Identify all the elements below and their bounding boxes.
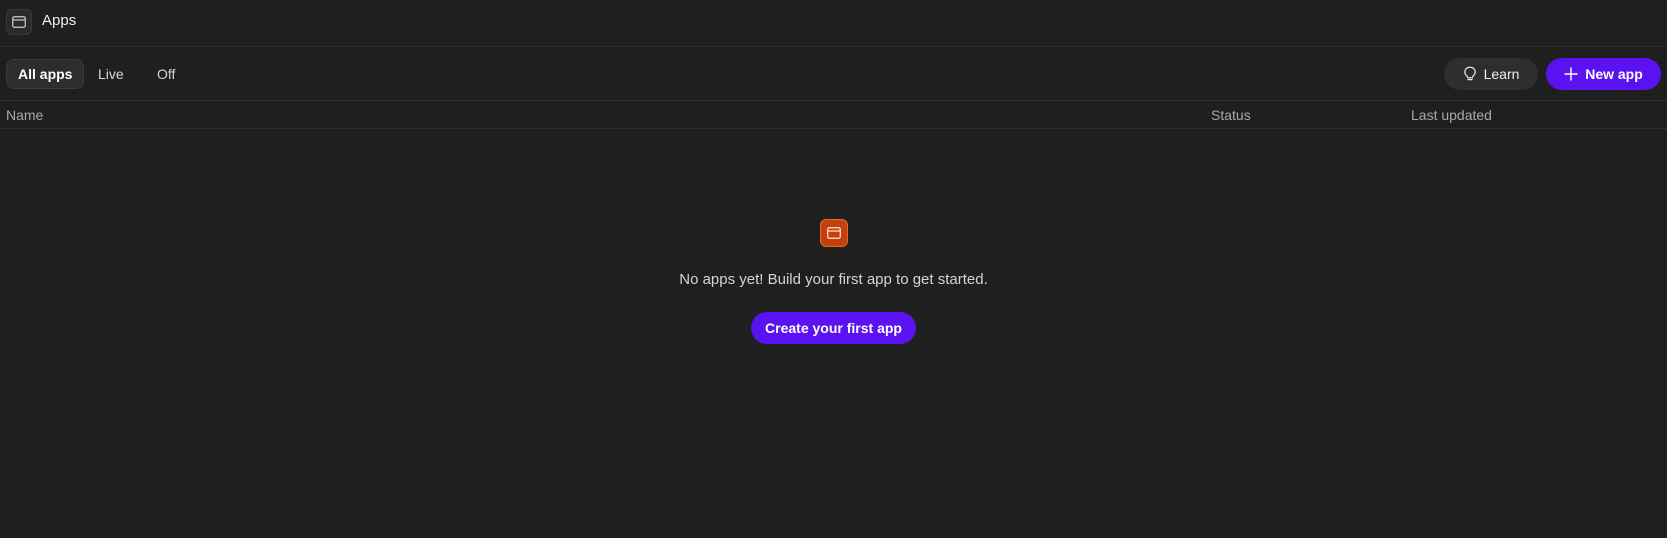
create-first-app-button[interactable]: Create your first app [751,312,916,344]
new-app-label: New app [1585,66,1643,82]
title-bar: Apps [0,0,1667,47]
lightbulb-icon [1463,66,1477,82]
app-window-icon[interactable] [6,9,32,35]
new-app-button[interactable]: New app [1546,58,1661,90]
column-header-status[interactable]: Status [1211,107,1251,123]
page-title: Apps [42,12,77,29]
column-header-name[interactable]: Name [6,107,43,123]
tab-all-apps[interactable]: All apps [6,59,85,89]
empty-state-message: No apps yet! Build your first app to get… [679,271,988,288]
table-header: Name Status Last updated [0,101,1667,129]
app-window-icon [820,219,848,247]
column-header-last-updated[interactable]: Last updated [1411,107,1492,123]
plus-icon [1564,67,1578,81]
toolbar: All apps Live Off Learn New app [0,47,1667,101]
learn-button[interactable]: Learn [1444,58,1538,90]
tab-off[interactable]: Off [146,59,186,89]
tab-live[interactable]: Live [87,59,135,89]
learn-label: Learn [1483,66,1520,82]
